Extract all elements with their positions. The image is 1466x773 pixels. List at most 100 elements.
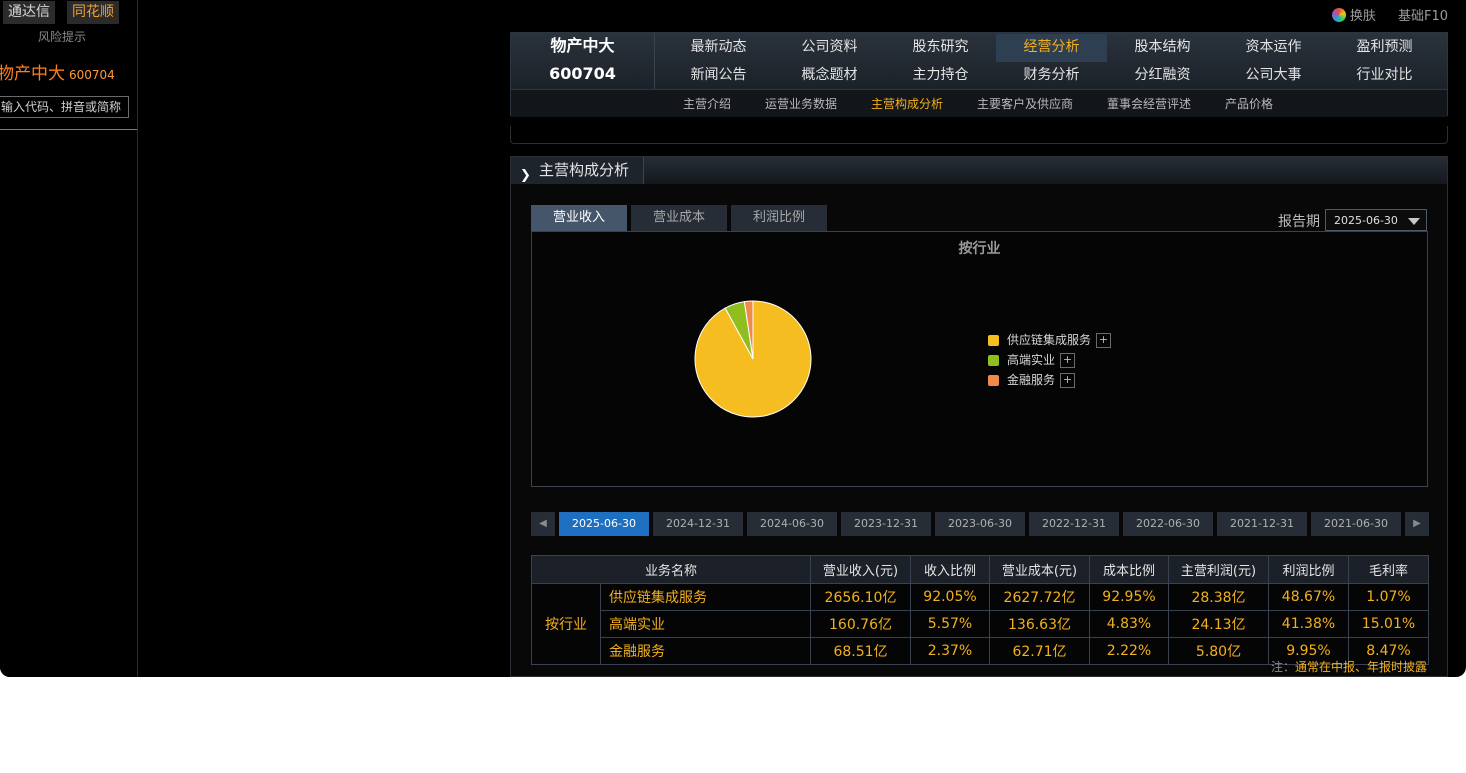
prev-dates-button[interactable]: ◀ bbox=[531, 512, 555, 536]
sub-nav-item[interactable]: 主营介绍 bbox=[683, 95, 731, 112]
pie-chart-panel: 按行业 供应链集成服务 + 高端实业 + 金融服务 + bbox=[531, 231, 1428, 487]
nav-row-2: 新闻公告 概念题材 主力持仓 财务分析 分红融资 公司大事 行业对比 bbox=[663, 62, 1443, 90]
legend-label: 供应链集成服务 bbox=[1007, 333, 1092, 347]
stock-code: 600704 bbox=[69, 68, 115, 82]
table-value-cell: 92.95% bbox=[1089, 583, 1169, 611]
disclosure-note: 注：通常在中报、年报时披露 bbox=[1271, 658, 1427, 675]
table-value-cell: 160.76亿 bbox=[810, 610, 911, 638]
basic-f10-link[interactable]: 基础F10 bbox=[1398, 5, 1448, 24]
table-name-cell: 高端实业 bbox=[600, 610, 811, 638]
table-value-cell: 28.38亿 bbox=[1168, 583, 1269, 611]
report-date-button[interactable]: 2024-12-31 bbox=[653, 512, 743, 536]
nav-row-1: 最新动态 公司资料 股东研究 经营分析 股本结构 资本运作 盈利预测 bbox=[663, 34, 1443, 62]
table-value-cell: 1.07% bbox=[1348, 583, 1429, 611]
nav-item[interactable]: 主力持仓 bbox=[885, 62, 996, 90]
table-value-cell: 2.22% bbox=[1089, 637, 1169, 665]
legend-label: 高端实业 bbox=[1007, 353, 1056, 367]
source-tab-tdx[interactable]: 通达信 bbox=[3, 1, 55, 24]
composition-table: 业务名称 营业收入(元) 收入比例 营业成本(元) 成本比例 主营利润(元) 利润比例 毛利率… bbox=[531, 555, 1429, 665]
report-date-button[interactable]: 2025-06-30 bbox=[559, 512, 649, 536]
report-date-button[interactable]: 2024-06-30 bbox=[747, 512, 837, 536]
table-header-cell: 营业收入(元) bbox=[810, 555, 911, 584]
nav-item[interactable]: 分红融资 bbox=[1107, 62, 1218, 90]
sub-nav-item[interactable]: 产品价格 bbox=[1225, 95, 1273, 112]
section-title: 主营构成分析 bbox=[539, 161, 630, 179]
table-value-cell: 136.63亿 bbox=[989, 610, 1090, 638]
nav-item[interactable]: 公司大事 bbox=[1218, 62, 1329, 90]
source-tab-ths[interactable]: 同花顺 bbox=[67, 1, 119, 24]
nav-item[interactable]: 概念题材 bbox=[774, 62, 885, 90]
sub-nav: 主营介绍 运营业务数据 主营构成分析 主要客户及供应商 董事会经营评述 产品价格 bbox=[511, 89, 1447, 117]
table-value-cell: 48.67% bbox=[1268, 583, 1349, 611]
nav-stock-badge: 物产中大 600704 bbox=[511, 33, 655, 89]
nav-item[interactable]: 股本结构 bbox=[1107, 34, 1218, 62]
report-date-button[interactable]: 2023-06-30 bbox=[935, 512, 1025, 536]
sub-nav-item[interactable]: 主营构成分析 bbox=[871, 95, 943, 112]
chevron-right-icon: ❯ bbox=[520, 168, 531, 183]
nav-item[interactable]: 新闻公告 bbox=[663, 62, 774, 90]
table-value-cell: 62.71亿 bbox=[989, 637, 1090, 665]
expand-plus-icon[interactable]: + bbox=[1060, 353, 1076, 368]
top-right-links: 换肤 基础F10 bbox=[1331, 5, 1448, 24]
risk-warning-link[interactable]: 风险提示 bbox=[38, 28, 86, 45]
table-header-cell: 毛利率 bbox=[1348, 555, 1429, 584]
table-value-cell: 15.01% bbox=[1348, 610, 1429, 638]
tab-profit-ratio[interactable]: 利润比例 bbox=[731, 205, 827, 231]
section-title-box: ❯ 主营构成分析 bbox=[511, 157, 645, 184]
table-category-cell: 按行业 bbox=[531, 583, 601, 665]
tab-cost[interactable]: 营业成本 bbox=[631, 205, 727, 231]
nav-grid: 最新动态 公司资料 股东研究 经营分析 股本结构 资本运作 盈利预测 新闻公告 概念题材 主力持… bbox=[663, 34, 1443, 90]
table-header-row: 业务名称 营业收入(元) 收入比例 营业成本(元) 成本比例 主营利润(元) 利润比例 毛利率 bbox=[531, 555, 1429, 584]
report-date-button[interactable]: 2023-12-31 bbox=[841, 512, 931, 536]
legend-swatch bbox=[988, 355, 999, 366]
report-date-button[interactable]: 2022-12-31 bbox=[1029, 512, 1119, 536]
report-date-button[interactable]: 2021-06-30 bbox=[1311, 512, 1401, 536]
table-name-cell: 金融服务 bbox=[600, 637, 811, 665]
nav-item[interactable]: 公司资料 bbox=[774, 34, 885, 62]
table-header-cell: 利润比例 bbox=[1268, 555, 1349, 584]
chevron-down-icon bbox=[1408, 218, 1420, 225]
legend-swatch bbox=[988, 335, 999, 346]
table-value-cell: 2627.72亿 bbox=[989, 583, 1090, 611]
table-value-cell: 92.05% bbox=[910, 583, 990, 611]
table-value-cell: 5.80亿 bbox=[1168, 637, 1269, 665]
nav-item[interactable]: 股东研究 bbox=[885, 34, 996, 62]
table-value-cell: 24.13亿 bbox=[1168, 610, 1269, 638]
report-period-select[interactable]: 2025-06-30 bbox=[1325, 209, 1427, 231]
legend-item[interactable]: 供应链集成服务 + bbox=[988, 331, 1112, 351]
sub-nav-item[interactable]: 主要客户及供应商 bbox=[977, 95, 1073, 112]
skin-button[interactable]: 换肤 bbox=[1350, 5, 1376, 24]
main-nav: 物产中大 600704 最新动态 公司资料 股东研究 经营分析 股本结构 资本运作 盈利预测… bbox=[510, 32, 1448, 117]
legend-item[interactable]: 金融服务 + bbox=[988, 371, 1111, 391]
report-date-button[interactable]: 2021-12-31 bbox=[1217, 512, 1307, 536]
table-value-cell: 2656.10亿 bbox=[810, 583, 911, 611]
tab-revenue[interactable]: 营业收入 bbox=[531, 205, 627, 231]
sub-nav-item[interactable]: 董事会经营评述 bbox=[1107, 95, 1191, 112]
expand-plus-icon[interactable]: + bbox=[1096, 333, 1112, 348]
table-value-cell: 5.57% bbox=[910, 610, 990, 638]
stock-name: 物产中大 bbox=[0, 64, 65, 84]
nav-item[interactable]: 资本运作 bbox=[1218, 34, 1329, 62]
nav-item[interactable]: 行业对比 bbox=[1329, 62, 1440, 90]
next-dates-button[interactable]: ▶ bbox=[1405, 512, 1429, 536]
report-period-label: 报告期 bbox=[1278, 214, 1320, 230]
table-value-cell: 4.83% bbox=[1089, 610, 1169, 638]
table-row: 高端实业 160.76亿 5.57% 136.63亿 4.83% 24.13亿 41.38%… bbox=[532, 610, 1429, 638]
stock-search-input[interactable] bbox=[0, 96, 129, 118]
table-value-cell: 2.37% bbox=[910, 637, 990, 665]
nav-item[interactable]: 财务分析 bbox=[996, 62, 1107, 90]
legend-swatch bbox=[988, 375, 999, 386]
nav-item[interactable]: 经营分析 bbox=[996, 34, 1107, 62]
table-header-cell: 成本比例 bbox=[1089, 555, 1169, 584]
legend-item[interactable]: 高端实业 + bbox=[988, 351, 1111, 371]
report-date-button[interactable]: 2022-06-30 bbox=[1123, 512, 1213, 536]
pie-chart bbox=[694, 300, 812, 418]
table-value-cell: 68.51亿 bbox=[810, 637, 911, 665]
nav-item[interactable]: 最新动态 bbox=[663, 34, 774, 62]
sub-nav-item[interactable]: 运营业务数据 bbox=[765, 95, 837, 112]
left-panel: 通达信 同花顺 风险提示 物产中大 600704 bbox=[0, 0, 138, 677]
nav-stock-code: 600704 bbox=[549, 64, 616, 83]
nav-item[interactable]: 盈利预测 bbox=[1329, 34, 1440, 62]
expand-plus-icon[interactable]: + bbox=[1060, 373, 1076, 388]
table-header-cell: 收入比例 bbox=[910, 555, 990, 584]
